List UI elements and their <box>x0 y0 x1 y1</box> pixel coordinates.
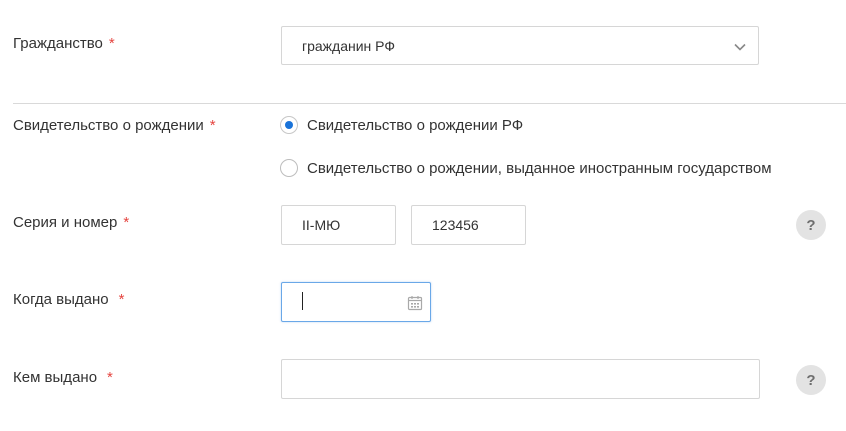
issued-by-input[interactable] <box>281 359 760 399</box>
series-input[interactable] <box>281 205 396 245</box>
required-mark: * <box>108 35 115 52</box>
birth-certificate-label: Свидетельство о рождении * <box>13 117 216 134</box>
radio-label-foreign-certificate: Свидетельство о рождении, выданное иност… <box>307 159 772 177</box>
radio-option-foreign-certificate[interactable]: Свидетельство о рождении, выданное иност… <box>280 159 772 177</box>
required-mark: * <box>123 214 130 231</box>
calendar-icon[interactable] <box>407 295 423 311</box>
number-input[interactable] <box>411 205 526 245</box>
section-divider <box>13 103 846 104</box>
issue-date-label: Когда выдано * <box>13 291 125 308</box>
required-mark: * <box>118 291 125 308</box>
radio-option-rf-certificate[interactable]: Свидетельство о рождении РФ <box>280 116 523 134</box>
series-number-label: Серия и номер * <box>13 214 130 231</box>
required-mark: * <box>209 117 216 134</box>
radio-button-unchecked[interactable] <box>280 159 298 177</box>
issued-by-label: Кем выдано * <box>13 369 113 386</box>
required-mark: * <box>107 369 113 386</box>
radio-label-rf-certificate: Свидетельство о рождении РФ <box>307 116 524 134</box>
citizenship-select[interactable]: гражданин РФ <box>281 26 759 65</box>
help-icon[interactable]: ? <box>796 210 826 240</box>
text-caret <box>302 292 303 310</box>
radio-button-checked[interactable] <box>280 116 298 134</box>
citizenship-label: Гражданство * <box>13 35 115 52</box>
chevron-down-icon <box>734 43 746 51</box>
help-icon[interactable]: ? <box>796 365 826 395</box>
citizenship-selected-value: гражданин РФ <box>302 38 395 54</box>
